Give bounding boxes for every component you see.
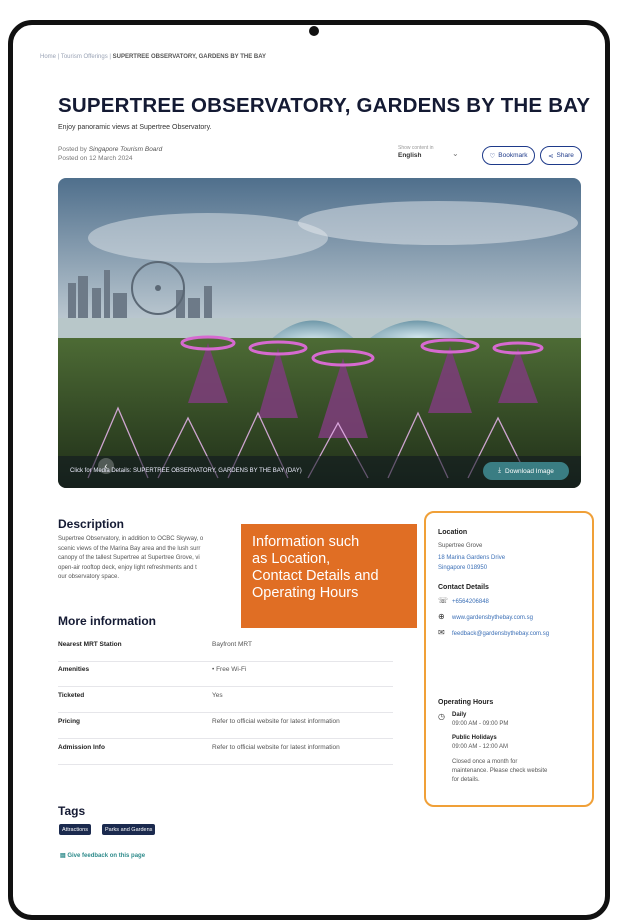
hero-image[interactable]: ‹ Click for Media Details: SUPERTREE OBS… <box>58 178 581 488</box>
address-link[interactable]: 18 Marina Gardens Drive <box>438 555 505 561</box>
daily-label: Daily <box>452 712 467 718</box>
share-button[interactable]: ⋖ Share <box>540 146 582 165</box>
tag-attractions[interactable]: Attractions <box>59 824 91 835</box>
location-heading: Location <box>438 529 468 536</box>
closure-note: maintenance. Please check website <box>452 768 548 774</box>
chevron-down-icon[interactable]: ⌄ <box>452 149 459 158</box>
breadcrumb-current: SUPERTREE OBSERVATORY, GARDENS BY THE BA… <box>112 54 266 60</box>
mail-icon: ✉ <box>438 628 445 637</box>
author-link[interactable]: Singapore Tourism Board <box>89 146 162 153</box>
more-info-heading: More information <box>58 614 156 628</box>
bookmark-button[interactable]: ♡ Bookmark <box>482 146 535 165</box>
info-row: Admission Info Refer to official website… <box>58 744 393 765</box>
share-icon: ⋖ <box>548 152 554 160</box>
contact-heading: Contact Details <box>438 584 489 591</box>
info-sidebar-highlight: Location Supertree Grove 18 Marina Garde… <box>424 511 594 807</box>
page-title: SUPERTREE OBSERVATORY, GARDENS BY THE BA… <box>58 94 591 117</box>
hours-heading: Operating Hours <box>438 699 494 706</box>
closure-note: Closed once a month for <box>452 759 518 765</box>
post-meta: Posted by Singapore Tourism Board Posted… <box>58 146 163 162</box>
page-screen: Home | Tourism Offerings | SUPERTREE OBS… <box>28 44 594 888</box>
feedback-icon: ▤ <box>60 853 66 859</box>
page-subtitle: Enjoy panoramic views at Supertree Obser… <box>58 124 212 131</box>
media-caption[interactable]: Click for Media Details: SUPERTREE OBSER… <box>70 468 302 474</box>
address-link-postcode[interactable]: Singapore 018950 <box>438 565 487 571</box>
gardens-photo <box>58 178 581 488</box>
phone-icon: ☏ <box>438 596 449 605</box>
globe-icon: ⊕ <box>438 612 445 621</box>
website-link[interactable]: www.gardensbythebay.com.sg <box>452 615 533 621</box>
language-value: English <box>398 152 422 159</box>
clock-icon: ◷ <box>438 712 445 721</box>
post-date: Posted on 12 March 2024 <box>58 155 133 162</box>
email-link[interactable]: feedback@gardensbythebay.com.sg <box>452 631 549 637</box>
tag-parks-gardens[interactable]: Parks and Gardens <box>102 824 156 835</box>
annotation-callout: Information such as Location, Contact De… <box>241 524 417 628</box>
holiday-hours: 09:00 AM - 12:00 AM <box>452 744 509 750</box>
breadcrumb: Home | Tourism Offerings | SUPERTREE OBS… <box>40 54 266 60</box>
closure-note: for details. <box>452 777 480 783</box>
breadcrumb-home[interactable]: Home <box>40 54 56 60</box>
daily-hours: 09:00 AM - 09:00 PM <box>452 721 509 727</box>
tags-heading: Tags <box>58 804 86 818</box>
holiday-label: Public Holidays <box>452 735 497 741</box>
info-row: Nearest MRT Station Bayfront MRT <box>58 641 393 662</box>
feedback-link[interactable]: ▤ Give feedback on this page <box>60 852 145 859</box>
location-name: Supertree Grove <box>438 543 483 549</box>
language-select[interactable]: Show content in English <box>398 145 434 160</box>
download-image-button[interactable]: ⤓ Download Image <box>483 462 569 480</box>
info-row: Amenities • Free Wi-Fi <box>58 666 393 687</box>
info-row: Pricing Refer to official website for la… <box>58 718 393 739</box>
breadcrumb-parent[interactable]: Tourism Offerings <box>61 54 108 60</box>
camera-dot <box>309 26 319 36</box>
heart-icon: ♡ <box>489 152 496 160</box>
info-row: Ticketed Yes <box>58 692 393 713</box>
description-heading: Description <box>58 517 125 531</box>
phone-link[interactable]: +6564206848 <box>452 599 489 605</box>
download-icon: ⤓ <box>498 467 502 474</box>
